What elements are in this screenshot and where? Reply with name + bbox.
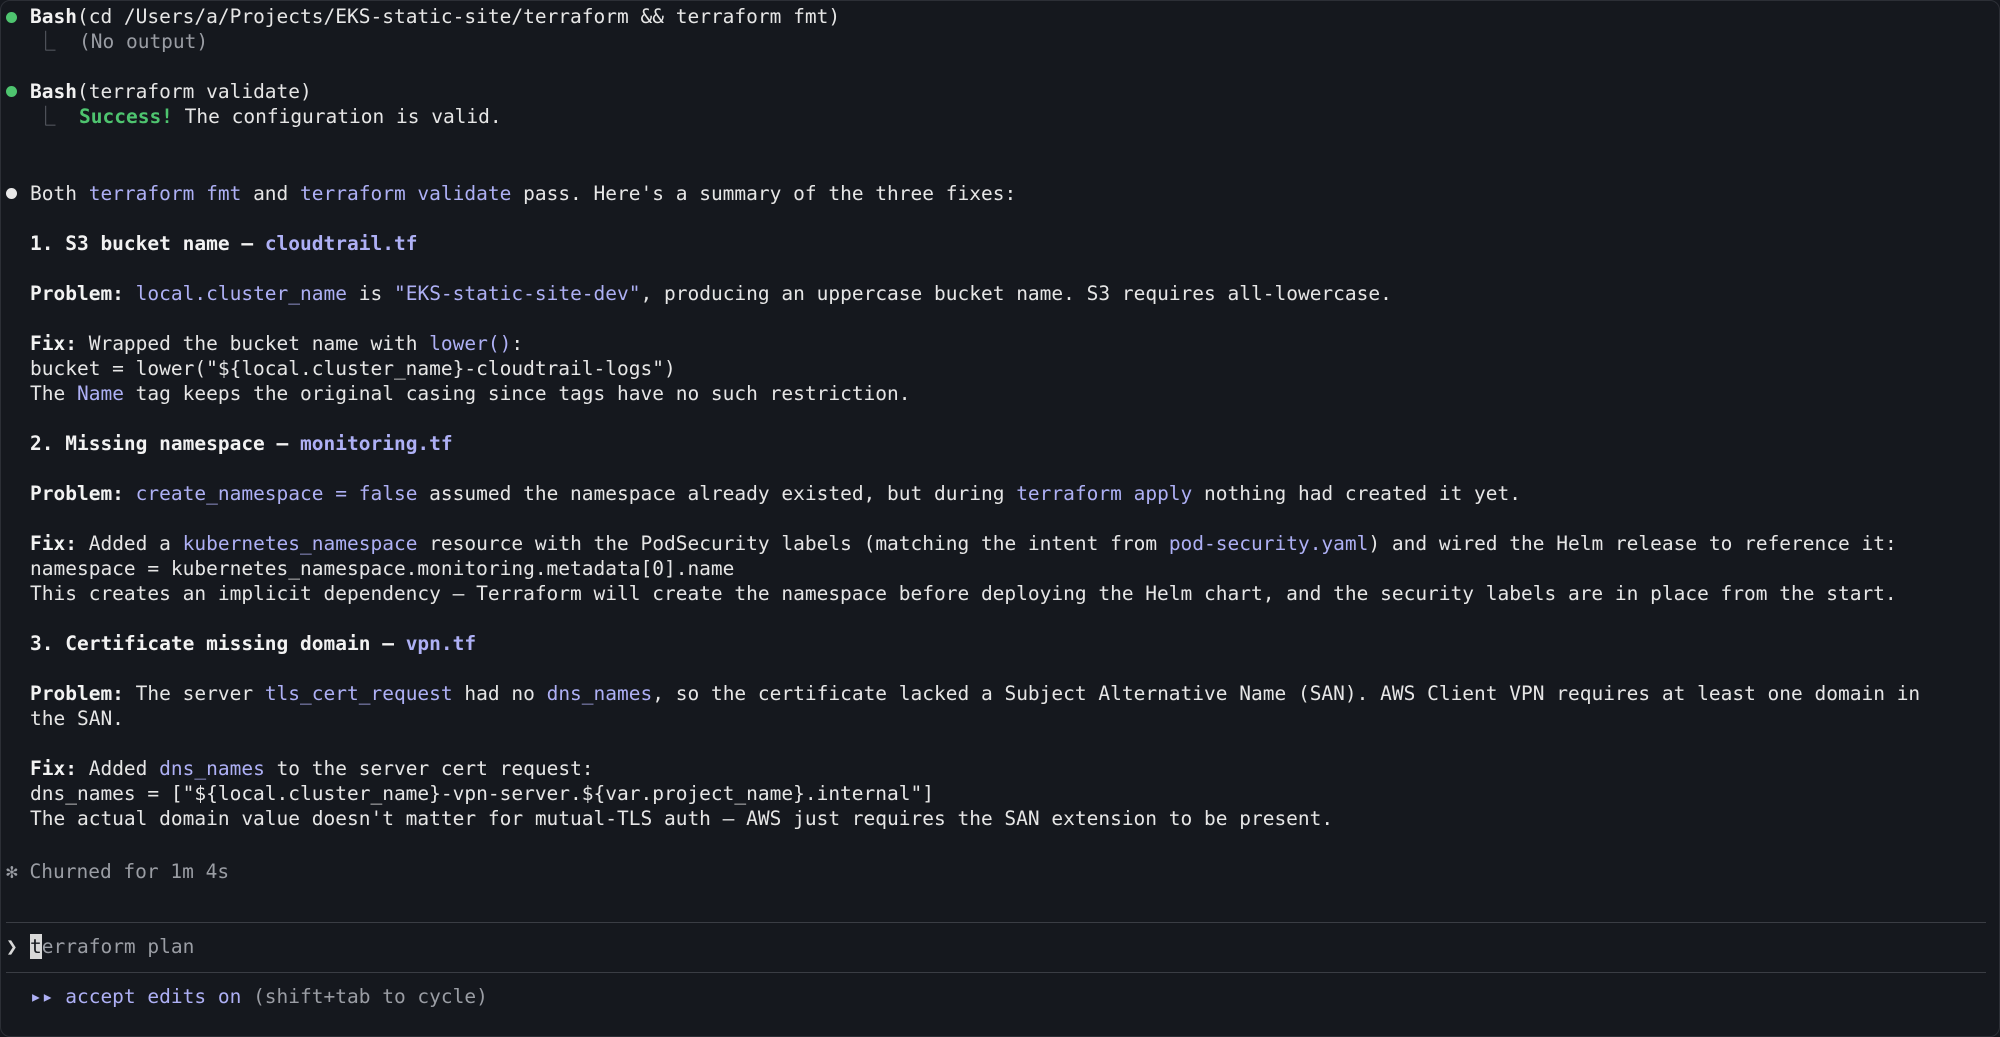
problem-label: Problem:	[30, 682, 124, 705]
fix-label: Fix:	[30, 332, 77, 355]
file-name: monitoring.tf	[300, 432, 453, 455]
problem-continuation: the SAN.	[30, 707, 124, 730]
inline-code: terraform fmt	[88, 182, 242, 205]
problem-line: Problem: The server tls_cert_request had…	[30, 682, 1921, 705]
tool-output-line: ⎿ Success! The configuration is valid.	[36, 104, 502, 129]
fix-line: Fix: Added dns_names to the server cert …	[30, 757, 594, 780]
mode-indicator[interactable]: ▸▸ accept edits on (shift+tab to cycle)	[30, 984, 488, 1009]
code-line: namespace = kubernetes_namespace.monitor…	[30, 557, 735, 580]
status-line: ✻ Churned for 1m 4s	[6, 859, 229, 884]
tool-output: The configuration is valid.	[172, 105, 502, 128]
note-line: The actual domain value doesn't matter f…	[30, 807, 1334, 830]
fast-forward-icon: ▸▸	[30, 985, 54, 1008]
note-line: The Name tag keeps the original casing s…	[30, 382, 911, 405]
inline-code: terraform validate	[300, 182, 512, 205]
mode-hint: (shift+tab to cycle)	[241, 985, 488, 1008]
fix-line: Fix: Added a kubernetes_namespace resour…	[30, 532, 1897, 555]
prompt-input[interactable]: terraform plan	[30, 934, 194, 959]
prompt-placeholder: erraform plan	[41, 935, 195, 958]
text-cursor: t	[30, 934, 42, 959]
summary-intro: Both terraform fmt and terraform validat…	[30, 182, 1017, 205]
tool-status-dot	[6, 86, 17, 97]
spinner-icon: ✻	[6, 860, 18, 883]
tool-command: (terraform validate)	[76, 80, 312, 103]
problem-label: Problem:	[30, 482, 124, 505]
tool-output-line: ⎿ (No output)	[36, 29, 208, 54]
message-bullet	[6, 188, 17, 199]
tool-output: (No output)	[79, 30, 209, 53]
prompt-arrow-icon: ❯	[6, 935, 18, 958]
tool-name: Bash	[30, 80, 77, 103]
code-line: dns_names = ["${local.cluster_name}-vpn-…	[30, 782, 934, 805]
terminal-frame	[0, 0, 2000, 1037]
tool-name: Bash	[30, 5, 77, 28]
code-line: bucket = lower("${local.cluster_name}-cl…	[30, 357, 676, 380]
fix-heading: 3. Certificate missing domain – vpn.tf	[30, 632, 477, 655]
note-line: This creates an implicit dependency – Te…	[30, 582, 1897, 605]
tool-call-line: Bash(cd /Users/a/Projects/EKS-static-sit…	[30, 4, 840, 29]
tool-call-line: Bash(terraform validate)	[30, 79, 312, 104]
tree-connector-icon: ⎿	[36, 105, 56, 128]
problem-line: Problem: create_namespace = false assume…	[30, 482, 1522, 505]
input-bottom-divider	[6, 972, 1986, 973]
fix-label: Fix:	[30, 532, 77, 555]
input-top-divider	[6, 922, 1986, 923]
file-name: vpn.tf	[405, 632, 477, 655]
fix-label: Fix:	[30, 757, 77, 780]
problem-line: Problem: local.cluster_name is "EKS-stat…	[30, 282, 1392, 305]
mode-label: accept edits on	[53, 985, 242, 1008]
status-text: Churned for 1m 4s	[29, 860, 230, 883]
fix-heading: 2. Missing namespace – monitoring.tf	[30, 432, 453, 455]
tool-command: (cd /Users/a/Projects/EKS-static-site/te…	[76, 5, 841, 28]
fix-heading: 1. S3 bucket name – cloudtrail.tf	[30, 232, 418, 255]
problem-label: Problem:	[30, 282, 124, 305]
file-name: cloudtrail.tf	[264, 232, 418, 255]
success-label: Success!	[79, 105, 173, 128]
tree-connector-icon: ⎿	[36, 30, 56, 53]
fix-line: Fix: Wrapped the bucket name with lower(…	[30, 332, 524, 355]
tool-status-dot	[6, 12, 17, 23]
